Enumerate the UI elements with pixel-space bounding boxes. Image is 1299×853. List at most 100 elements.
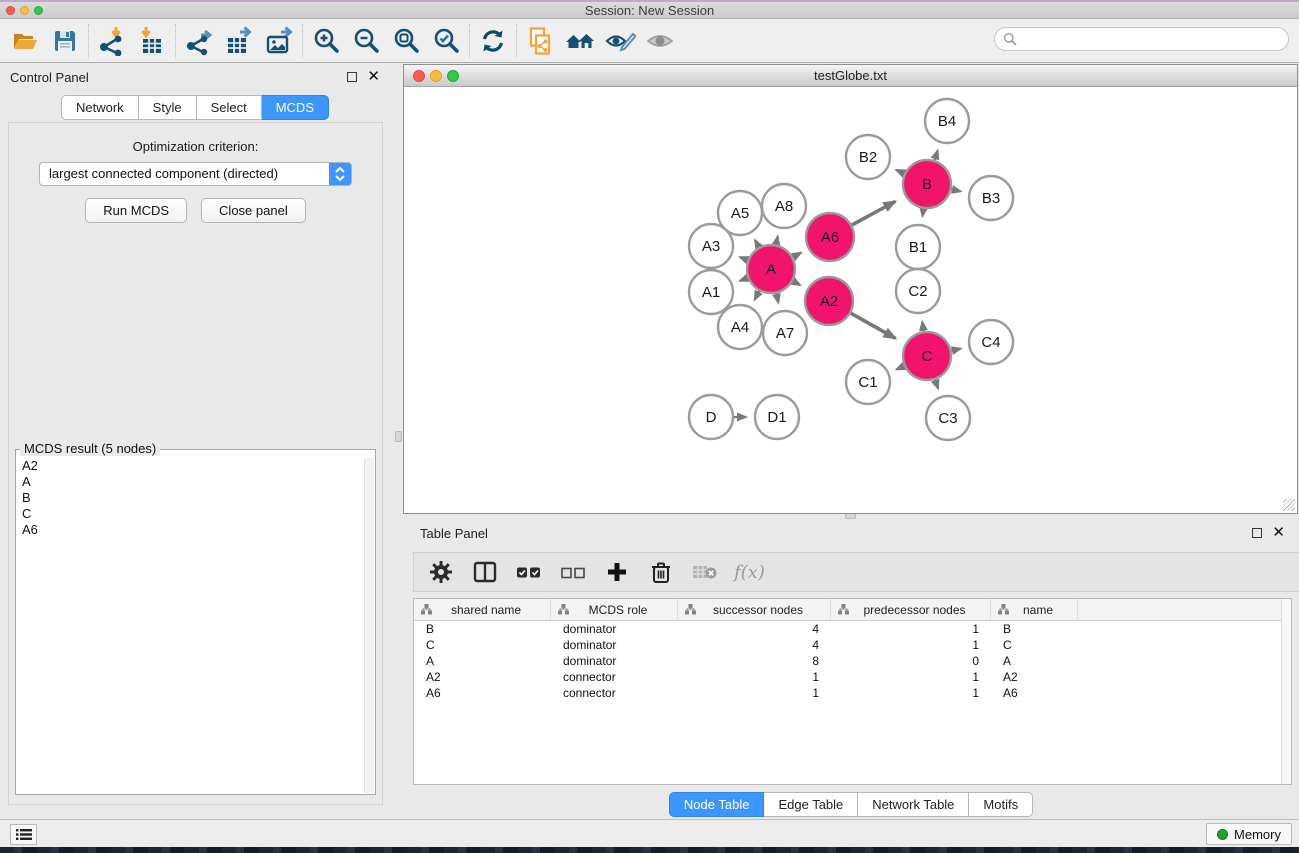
network-window-titlebar[interactable]: testGlobe.txt — [404, 65, 1297, 87]
edge-A-A3[interactable] — [740, 257, 748, 260]
table-cell[interactable]: dominator — [551, 622, 678, 636]
zoom-in-button[interactable] — [309, 24, 343, 58]
table-cell[interactable]: connector — [551, 686, 678, 700]
window-resize-grip[interactable] — [1283, 499, 1295, 511]
hide-graphics-details-button[interactable] — [603, 24, 637, 58]
close-table-panel-icon[interactable]: ✕ — [1272, 528, 1285, 538]
result-scrollbar[interactable] — [364, 458, 374, 793]
table-cell[interactable]: 1 — [678, 670, 831, 684]
show-graphics-details-button[interactable] — [643, 24, 677, 58]
tab-style[interactable]: Style — [139, 95, 197, 120]
column-header-shared-name[interactable]: shared name — [414, 599, 551, 620]
close-panel-button[interactable]: Close panel — [201, 198, 306, 223]
table-row[interactable]: Bdominator41B — [414, 621, 1291, 637]
network-canvas[interactable]: B4B2BB3A8A5A6A3B1AC2A1A2A4A7C4CC1DD1C3 — [404, 87, 1297, 513]
result-item[interactable]: A — [18, 474, 363, 490]
deselect-all-columns-button[interactable] — [558, 557, 588, 587]
close-panel-icon[interactable]: ✕ — [367, 72, 380, 82]
save-session-button[interactable] — [48, 24, 82, 58]
table-settings-button[interactable] — [426, 557, 456, 587]
criterion-select[interactable]: largest connected component (directed) — [39, 162, 352, 186]
run-mcds-button[interactable]: Run MCDS — [85, 198, 187, 223]
memory-button[interactable]: Memory — [1206, 823, 1292, 845]
table-cell[interactable]: C — [991, 638, 1078, 652]
float-panel-icon[interactable] — [347, 72, 357, 82]
edge-A-A2[interactable] — [793, 281, 800, 285]
edge-A-A4[interactable] — [755, 291, 760, 300]
edge-A-A7[interactable] — [776, 293, 778, 302]
mcds-result-list[interactable]: A2ABCA6 — [18, 458, 363, 792]
table-cell[interactable]: 1 — [831, 622, 991, 636]
table-cell[interactable]: A2 — [414, 670, 551, 684]
edge-A-A5[interactable] — [755, 240, 759, 247]
table-cell[interactable]: 1 — [831, 670, 991, 684]
table-cell[interactable]: C — [414, 638, 551, 652]
delete-column-button[interactable] — [646, 557, 676, 587]
result-item[interactable]: B — [18, 490, 363, 506]
vertical-splitter-grip[interactable] — [395, 431, 402, 442]
search-field[interactable] — [994, 27, 1289, 51]
tab-network-table[interactable]: Network Table — [858, 792, 969, 817]
zoom-fit-button[interactable] — [389, 24, 423, 58]
result-item[interactable]: A2 — [18, 458, 363, 474]
maximize-network-button[interactable] — [447, 70, 459, 82]
edge-B-B2[interactable] — [896, 170, 904, 174]
home-view-button[interactable] — [563, 24, 597, 58]
select-all-columns-button[interactable] — [514, 557, 544, 587]
import-table-button[interactable] — [135, 24, 169, 58]
edge-B-B3[interactable] — [951, 189, 960, 191]
add-column-button[interactable] — [602, 557, 632, 587]
table-cell[interactable]: 1 — [831, 686, 991, 700]
zoom-selected-button[interactable] — [429, 24, 463, 58]
edge-A-A8[interactable] — [776, 236, 778, 244]
close-network-button[interactable] — [413, 70, 425, 82]
edge-A2-C[interactable] — [851, 313, 896, 338]
minimize-network-button[interactable] — [430, 70, 442, 82]
table-cell[interactable]: A6 — [414, 686, 551, 700]
column-header-successor-nodes[interactable]: successor nodes — [678, 599, 831, 620]
edge-A-A1[interactable] — [740, 278, 748, 281]
tab-select[interactable]: Select — [197, 95, 262, 120]
split-columns-button[interactable] — [470, 557, 500, 587]
table-scrollbar[interactable] — [1281, 599, 1291, 784]
tab-motifs[interactable]: Motifs — [969, 792, 1033, 817]
table-cell[interactable]: 4 — [678, 638, 831, 652]
clone-network-button[interactable] — [523, 24, 557, 58]
search-input[interactable] — [1021, 29, 1288, 49]
table-cell[interactable]: B — [414, 622, 551, 636]
table-cell[interactable]: 4 — [678, 622, 831, 636]
edge-A-A6[interactable] — [793, 253, 801, 257]
tab-edge-table[interactable]: Edge Table — [764, 792, 858, 817]
export-table-button[interactable] — [222, 24, 256, 58]
edge-B-B4[interactable] — [935, 151, 938, 161]
table-row[interactable]: Adominator80A — [414, 653, 1291, 669]
edge-C-C4[interactable] — [951, 349, 960, 351]
column-header-name[interactable]: name — [991, 599, 1078, 620]
edge-C-C3[interactable] — [935, 380, 938, 389]
table-row[interactable]: Cdominator41C — [414, 637, 1291, 653]
zoom-out-button[interactable] — [349, 24, 383, 58]
table-cell[interactable]: A2 — [991, 670, 1078, 684]
edge-C-C2[interactable] — [922, 322, 923, 332]
delete-table-button[interactable] — [690, 557, 720, 587]
table-cell[interactable]: 1 — [831, 638, 991, 652]
export-image-button[interactable] — [262, 24, 296, 58]
import-network-button[interactable] — [95, 24, 129, 58]
network-graph[interactable]: B4B2BB3A8A5A6A3B1AC2A1A2A4A7C4CC1DD1C3 — [404, 87, 1297, 513]
table-cell[interactable]: B — [991, 622, 1078, 636]
table-cell[interactable]: 8 — [678, 654, 831, 668]
edge-A6-B[interactable] — [852, 201, 896, 225]
tab-network[interactable]: Network — [61, 95, 139, 120]
table-cell[interactable]: dominator — [551, 654, 678, 668]
export-network-button[interactable] — [182, 24, 216, 58]
table-cell[interactable]: connector — [551, 670, 678, 684]
table-cell[interactable]: A — [991, 654, 1078, 668]
edge-C-C1[interactable] — [896, 366, 904, 369]
table-cell[interactable]: A — [414, 654, 551, 668]
function-builder-button[interactable]: f(x) — [734, 562, 765, 583]
tab-mcds[interactable]: MCDS — [262, 95, 329, 120]
float-table-panel-icon[interactable] — [1252, 528, 1262, 538]
edge-B-B1[interactable] — [922, 209, 923, 217]
table-cell[interactable]: A6 — [991, 686, 1078, 700]
table-row[interactable]: A2connector11A2 — [414, 669, 1291, 685]
